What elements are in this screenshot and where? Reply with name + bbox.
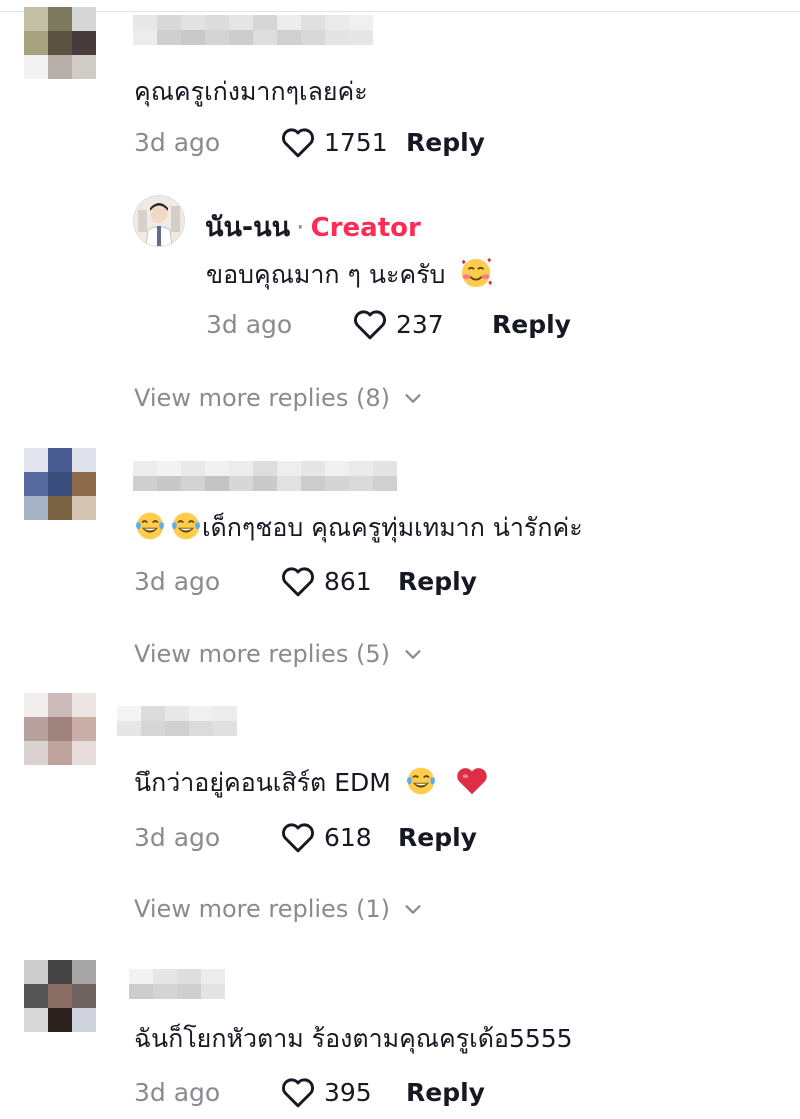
username-blurred[interactable] xyxy=(129,969,225,999)
like-count: 237 xyxy=(396,309,444,339)
chevron-down-icon xyxy=(405,394,421,403)
avatar-pixels xyxy=(24,448,96,520)
avatar[interactable] xyxy=(24,693,96,765)
heart-outline-icon xyxy=(354,310,386,340)
chevron-down-icon xyxy=(405,905,421,914)
avatar[interactable] xyxy=(24,7,96,79)
reply-button[interactable]: Reply xyxy=(492,310,571,339)
creator-reply-text: ขอบคุณมาก ๆ นะครับ xyxy=(206,260,446,289)
avatar-pixels xyxy=(24,693,96,765)
top-divider xyxy=(0,11,800,12)
avatar-pixels xyxy=(24,960,96,1032)
like-button[interactable]: 237 xyxy=(352,308,492,340)
like-count: 618 xyxy=(324,822,372,852)
chevron-down-icon xyxy=(405,650,421,659)
comment-text: เด็กๆชอบ คุณครูทุ่มเทมาก น่ารักค่ะ xyxy=(202,513,583,542)
like-button[interactable]: 1751 xyxy=(280,126,406,158)
view-more-replies[interactable]: View more replies (1) xyxy=(134,895,424,923)
username-blurred[interactable] xyxy=(133,15,373,45)
creator-reply-text-line: ขอบคุณมาก ๆ นะครับ xyxy=(206,255,493,295)
reply-button[interactable]: Reply xyxy=(406,128,485,157)
comment-age: 3d ago xyxy=(134,1077,221,1107)
creator-photo-icon xyxy=(134,196,184,246)
comment-meta: 3d ago 395 Reply xyxy=(134,1074,485,1110)
heart-outline-icon xyxy=(282,823,314,853)
face-with-tears-of-joy-icon xyxy=(406,767,435,795)
comment-age: 3d ago xyxy=(206,309,293,339)
view-more-label: View more replies (5) xyxy=(134,640,390,668)
smiling-face-with-hearts-icon xyxy=(462,257,493,288)
avatar[interactable] xyxy=(24,960,96,1032)
view-more-replies[interactable]: View more replies (8) xyxy=(134,384,424,412)
like-count: 1751 xyxy=(324,127,388,157)
comment-meta: 3d ago 1751 Reply xyxy=(134,124,485,160)
username-blurred[interactable] xyxy=(133,461,397,491)
face-with-tears-of-joy-icon xyxy=(136,512,164,540)
view-more-label: View more replies (1) xyxy=(134,895,390,923)
comment-meta: 3d ago 618 Reply xyxy=(134,819,477,855)
reply-button[interactable]: Reply xyxy=(398,567,477,596)
heart-outline-icon xyxy=(282,128,314,158)
creator-reply-meta: 3d ago 237 Reply xyxy=(206,306,571,342)
comment-text: ฉันก็โยกหัวตาม ร้องตามคุณครูเด้อ5555 xyxy=(134,1024,573,1053)
reply-button[interactable]: Reply xyxy=(398,823,477,852)
avatar-pixels xyxy=(24,7,96,79)
creator-name[interactable]: นัน-นน xyxy=(205,212,290,243)
comment-text: นึกว่าอยู่คอนเสิร์ต EDM xyxy=(134,768,391,797)
like-button[interactable]: 618 xyxy=(280,821,398,853)
heart-outline-icon xyxy=(282,1078,314,1108)
comment-text-line: นึกว่าอยู่คอนเสิร์ต EDM xyxy=(134,763,489,803)
comment-meta: 3d ago 861 Reply xyxy=(134,563,477,599)
username-blurred[interactable] xyxy=(117,706,237,736)
face-with-tears-of-joy-icon xyxy=(172,512,200,540)
comment-text-line: เด็กๆชอบ คุณครูทุ่มเทมาก น่ารักค่ะ xyxy=(134,508,583,548)
comment-text: คุณครูเก่งมากๆเลยค่ะ xyxy=(134,77,368,106)
heart-outline-icon xyxy=(282,567,314,597)
creator-avatar[interactable] xyxy=(133,195,185,247)
view-more-replies[interactable]: View more replies (5) xyxy=(134,640,424,668)
like-count: 395 xyxy=(324,1077,372,1107)
creator-name-line: นัน-นน · Creator xyxy=(205,205,421,248)
red-heart-icon xyxy=(456,768,487,795)
comment-age: 3d ago xyxy=(134,822,221,852)
view-more-label: View more replies (8) xyxy=(134,384,390,412)
separator-dot: · xyxy=(296,212,305,243)
avatar[interactable] xyxy=(24,448,96,520)
like-count: 861 xyxy=(324,566,372,596)
reply-button[interactable]: Reply xyxy=(406,1078,485,1107)
like-button[interactable]: 395 xyxy=(280,1076,406,1108)
creator-badge: Creator xyxy=(310,213,421,243)
comment-age: 3d ago xyxy=(134,127,221,157)
like-button[interactable]: 861 xyxy=(280,565,398,597)
comment-age: 3d ago xyxy=(134,566,221,596)
